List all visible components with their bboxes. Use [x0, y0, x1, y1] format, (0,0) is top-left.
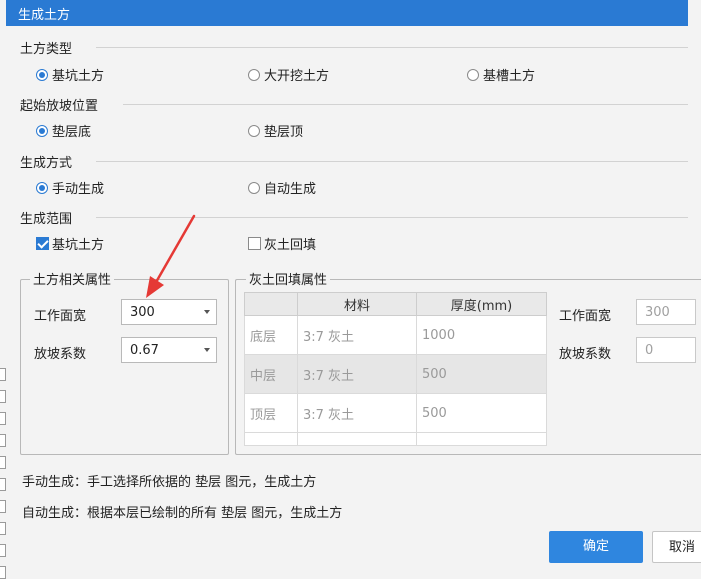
- annotation-arrow-icon: [146, 214, 196, 298]
